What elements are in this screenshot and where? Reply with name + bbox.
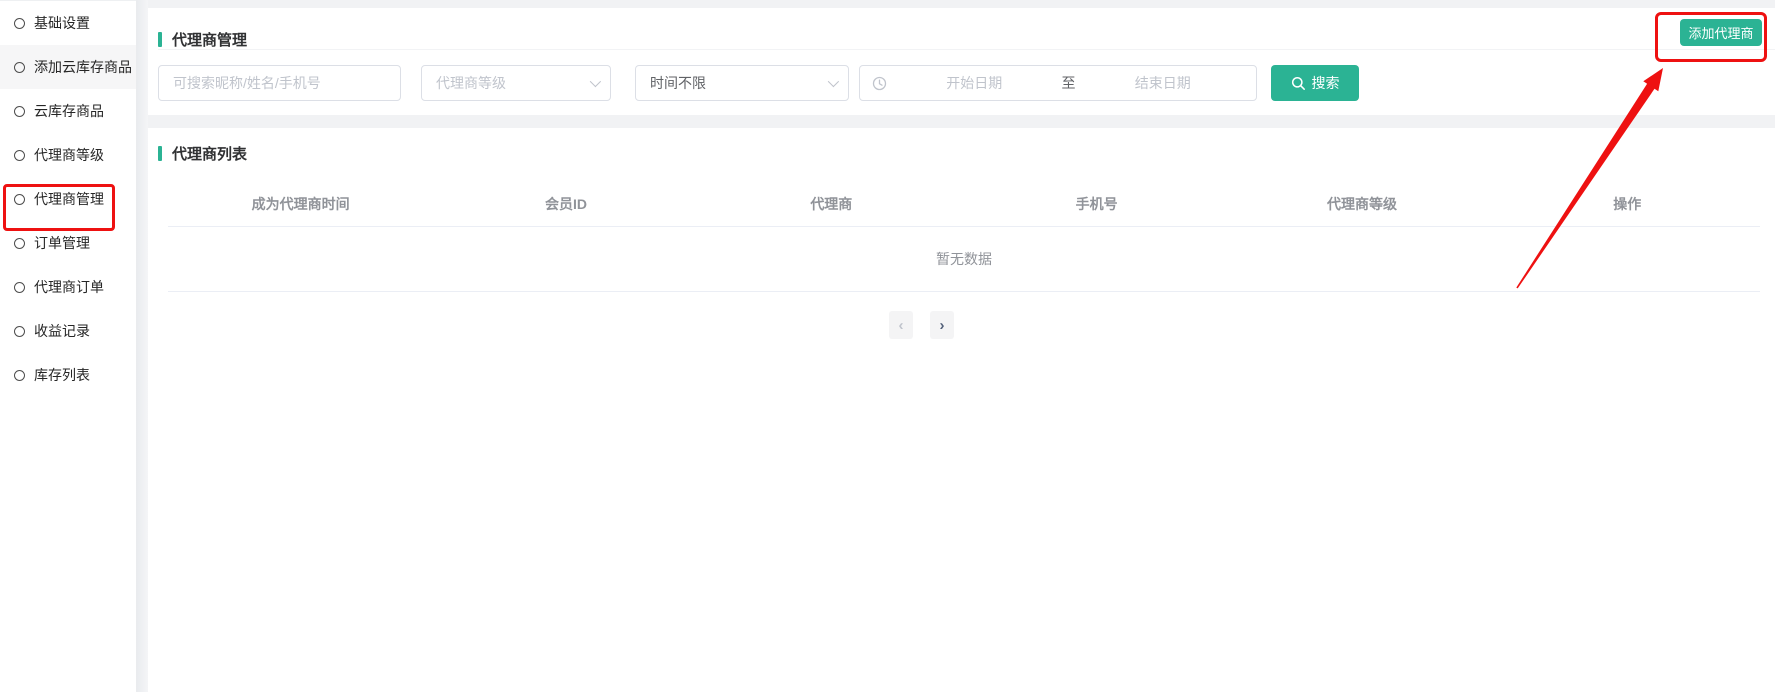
table-header-row: 成为代理商时间 会员ID 代理商 手机号 代理商等级 操作 bbox=[168, 182, 1760, 227]
column-header: 成为代理商时间 bbox=[168, 194, 433, 214]
search-button[interactable]: 搜索 bbox=[1271, 65, 1359, 101]
keyword-search-field[interactable] bbox=[158, 65, 401, 101]
circle-icon bbox=[14, 282, 25, 293]
search-icon bbox=[1291, 76, 1306, 91]
sidebar-item-income-records[interactable]: 收益记录 bbox=[0, 309, 136, 353]
list-title: 代理商列表 bbox=[172, 143, 247, 164]
divider bbox=[158, 49, 1775, 50]
column-header: 手机号 bbox=[964, 194, 1229, 214]
agent-management-page: 基础设置 添加云库存商品 云库存商品 代理商等级 代理商管理 订单管理 代理商订… bbox=[0, 0, 1775, 692]
sidebar-item-agent-orders[interactable]: 代理商订单 bbox=[0, 265, 136, 309]
sidebar-item-label: 云库存商品 bbox=[34, 101, 104, 121]
clock-icon bbox=[872, 76, 887, 91]
column-header: 代理商等级 bbox=[1229, 194, 1494, 214]
panel-title-row: 代理商列表 bbox=[158, 142, 247, 164]
circle-icon bbox=[14, 238, 25, 249]
time-range-select[interactable]: 时间不限 bbox=[635, 65, 849, 101]
panel-title-row: 代理商管理 bbox=[158, 28, 247, 50]
end-date-input[interactable] bbox=[1082, 75, 1245, 91]
circle-icon bbox=[14, 150, 25, 161]
sidebar-item-add-cloud-stock-product[interactable]: 添加云库存商品 bbox=[0, 45, 136, 89]
sidebar-item-cloud-stock-products[interactable]: 云库存商品 bbox=[0, 89, 136, 133]
time-range-select-value: 时间不限 bbox=[650, 73, 706, 93]
chevron-right-icon: › bbox=[940, 317, 945, 334]
column-header: 操作 bbox=[1495, 194, 1760, 214]
sidebar-item-label: 基础设置 bbox=[34, 13, 90, 33]
agent-list-panel: 代理商列表 成为代理商时间 会员ID 代理商 手机号 代理商等级 操作 暂无数据… bbox=[148, 128, 1775, 692]
sidebar-item-label: 库存列表 bbox=[34, 365, 90, 385]
chevron-down-icon bbox=[590, 76, 601, 87]
pagination-prev-button[interactable]: ‹ bbox=[889, 311, 913, 339]
title-accent-bar bbox=[158, 146, 162, 161]
agent-level-select[interactable]: 代理商等级 bbox=[421, 65, 611, 101]
circle-icon bbox=[14, 370, 25, 381]
agent-level-select-value: 代理商等级 bbox=[436, 73, 506, 93]
sidebar-item-label: 代理商等级 bbox=[34, 145, 104, 165]
start-date-input[interactable] bbox=[893, 75, 1056, 91]
sidebar-item-label: 代理商管理 bbox=[34, 189, 104, 209]
sidebar-item-stock-list[interactable]: 库存列表 bbox=[0, 353, 136, 397]
pagination: ‹ › bbox=[889, 311, 954, 339]
chevron-left-icon: ‹ bbox=[899, 317, 904, 334]
sidebar-item-label: 添加云库存商品 bbox=[34, 57, 132, 77]
column-header: 会员ID bbox=[433, 194, 698, 214]
sidebar-item-agent-level[interactable]: 代理商等级 bbox=[0, 133, 136, 177]
sidebar-item-label: 收益记录 bbox=[34, 321, 90, 341]
sidebar-item-label: 订单管理 bbox=[34, 233, 90, 253]
circle-icon bbox=[14, 62, 25, 73]
filter-bar: 代理商等级 时间不限 至 bbox=[158, 65, 1359, 101]
empty-state-text: 暂无数据 bbox=[936, 249, 992, 269]
circle-icon bbox=[14, 194, 25, 205]
sidebar-item-label: 代理商订单 bbox=[34, 277, 104, 297]
table-empty-row: 暂无数据 bbox=[168, 227, 1760, 292]
search-button-label: 搜索 bbox=[1312, 73, 1340, 93]
chevron-down-icon bbox=[828, 76, 839, 87]
circle-icon bbox=[14, 326, 25, 337]
date-range-separator: 至 bbox=[1056, 73, 1082, 93]
date-range-picker[interactable]: 至 bbox=[859, 65, 1257, 101]
page-title: 代理商管理 bbox=[172, 29, 247, 50]
sidebar-item-basic-settings[interactable]: 基础设置 bbox=[0, 1, 136, 45]
sidebar: 基础设置 添加云库存商品 云库存商品 代理商等级 代理商管理 订单管理 代理商订… bbox=[0, 0, 136, 692]
circle-icon bbox=[14, 18, 25, 29]
add-agent-button[interactable]: 添加代理商 bbox=[1680, 19, 1762, 46]
sidebar-scrollbar[interactable] bbox=[136, 0, 148, 692]
sidebar-item-order-management[interactable]: 订单管理 bbox=[0, 221, 136, 265]
column-header: 代理商 bbox=[699, 194, 964, 214]
pagination-next-button[interactable]: › bbox=[930, 311, 954, 339]
keyword-search-input[interactable] bbox=[173, 75, 386, 91]
title-accent-bar bbox=[158, 32, 162, 47]
sidebar-item-agent-management[interactable]: 代理商管理 bbox=[0, 177, 136, 221]
agent-management-panel: 代理商管理 添加代理商 代理商等级 时间不限 bbox=[148, 8, 1775, 115]
circle-icon bbox=[14, 106, 25, 117]
